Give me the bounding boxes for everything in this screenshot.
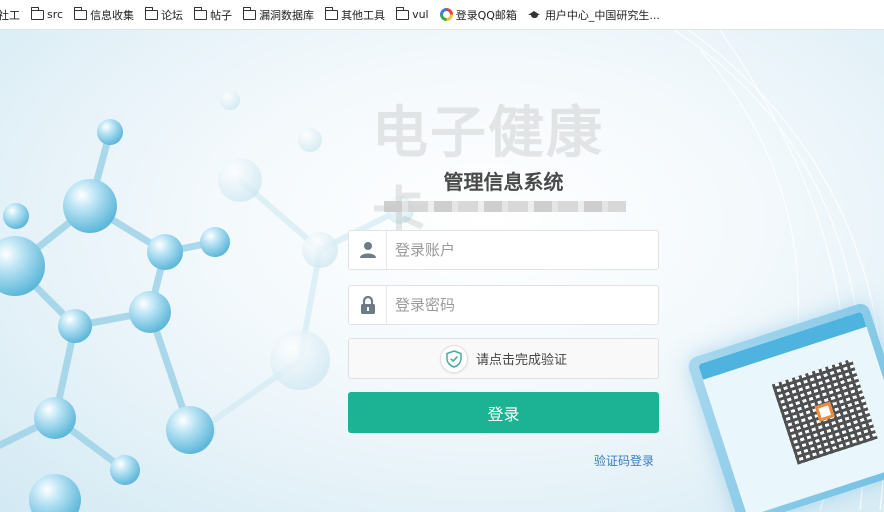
bookmark-label: 信息收集 bbox=[90, 8, 135, 22]
bookmark-label: 登录QQ邮箱 bbox=[455, 8, 517, 22]
folder-icon bbox=[144, 6, 159, 20]
captcha-verify-button[interactable]: 请点击完成验证 bbox=[348, 338, 659, 379]
bookmark-label: 漏洞数据库 bbox=[259, 8, 315, 22]
bookmark-label: 用户中心_中国研究生... bbox=[544, 8, 660, 22]
folder-icon bbox=[324, 6, 339, 20]
password-input[interactable] bbox=[387, 286, 658, 324]
bookmark-shegong[interactable]: 社工 bbox=[0, 7, 20, 23]
bookmark-src[interactable]: src bbox=[30, 6, 64, 21]
bookmarks-bar: 社工 src 信息收集 论坛 帖子 漏洞数据库 其他工具 vul 登录QQ邮箱 … bbox=[0, 0, 884, 30]
qq-icon bbox=[439, 8, 453, 21]
folder-icon bbox=[242, 6, 257, 20]
bookmark-other-tools[interactable]: 其他工具 bbox=[324, 6, 386, 23]
graduation-cap-icon bbox=[527, 10, 541, 19]
bookmark-forum[interactable]: 论坛 bbox=[144, 6, 184, 23]
bookmark-label: 帖子 bbox=[210, 8, 233, 22]
system-title: 管理信息系统 bbox=[443, 170, 564, 194]
bookmark-label: 其他工具 bbox=[341, 8, 386, 22]
bookmark-label: vul bbox=[412, 8, 429, 21]
bookmark-info-collect[interactable]: 信息收集 bbox=[73, 6, 135, 23]
bookmark-vul[interactable]: vul bbox=[395, 6, 429, 21]
folder-icon bbox=[73, 6, 88, 20]
folder-icon bbox=[30, 6, 44, 20]
shield-check-icon bbox=[439, 344, 468, 373]
folder-icon bbox=[395, 6, 410, 20]
user-icon bbox=[349, 231, 387, 269]
sms-code-login-link[interactable]: 验证码登录 bbox=[594, 452, 654, 469]
bookmark-user-center[interactable]: 用户中心_中国研究生... bbox=[527, 7, 660, 23]
redacted-subtitle bbox=[384, 201, 626, 212]
captcha-verify-label: 请点击完成验证 bbox=[475, 353, 567, 368]
username-input[interactable] bbox=[387, 231, 658, 269]
bookmark-qq-mail[interactable]: 登录QQ邮箱 bbox=[439, 7, 517, 23]
bookmark-label: src bbox=[47, 8, 64, 21]
bookmark-vuln-db[interactable]: 漏洞数据库 bbox=[242, 6, 315, 23]
bookmark-label: 论坛 bbox=[161, 8, 184, 22]
login-button[interactable]: 登录 bbox=[348, 392, 659, 433]
username-field bbox=[348, 230, 659, 270]
bookmark-label: 社工 bbox=[0, 8, 20, 22]
bookmark-posts[interactable]: 帖子 bbox=[193, 6, 233, 23]
lock-icon bbox=[349, 286, 387, 324]
folder-icon bbox=[193, 6, 208, 20]
password-field bbox=[348, 285, 659, 325]
